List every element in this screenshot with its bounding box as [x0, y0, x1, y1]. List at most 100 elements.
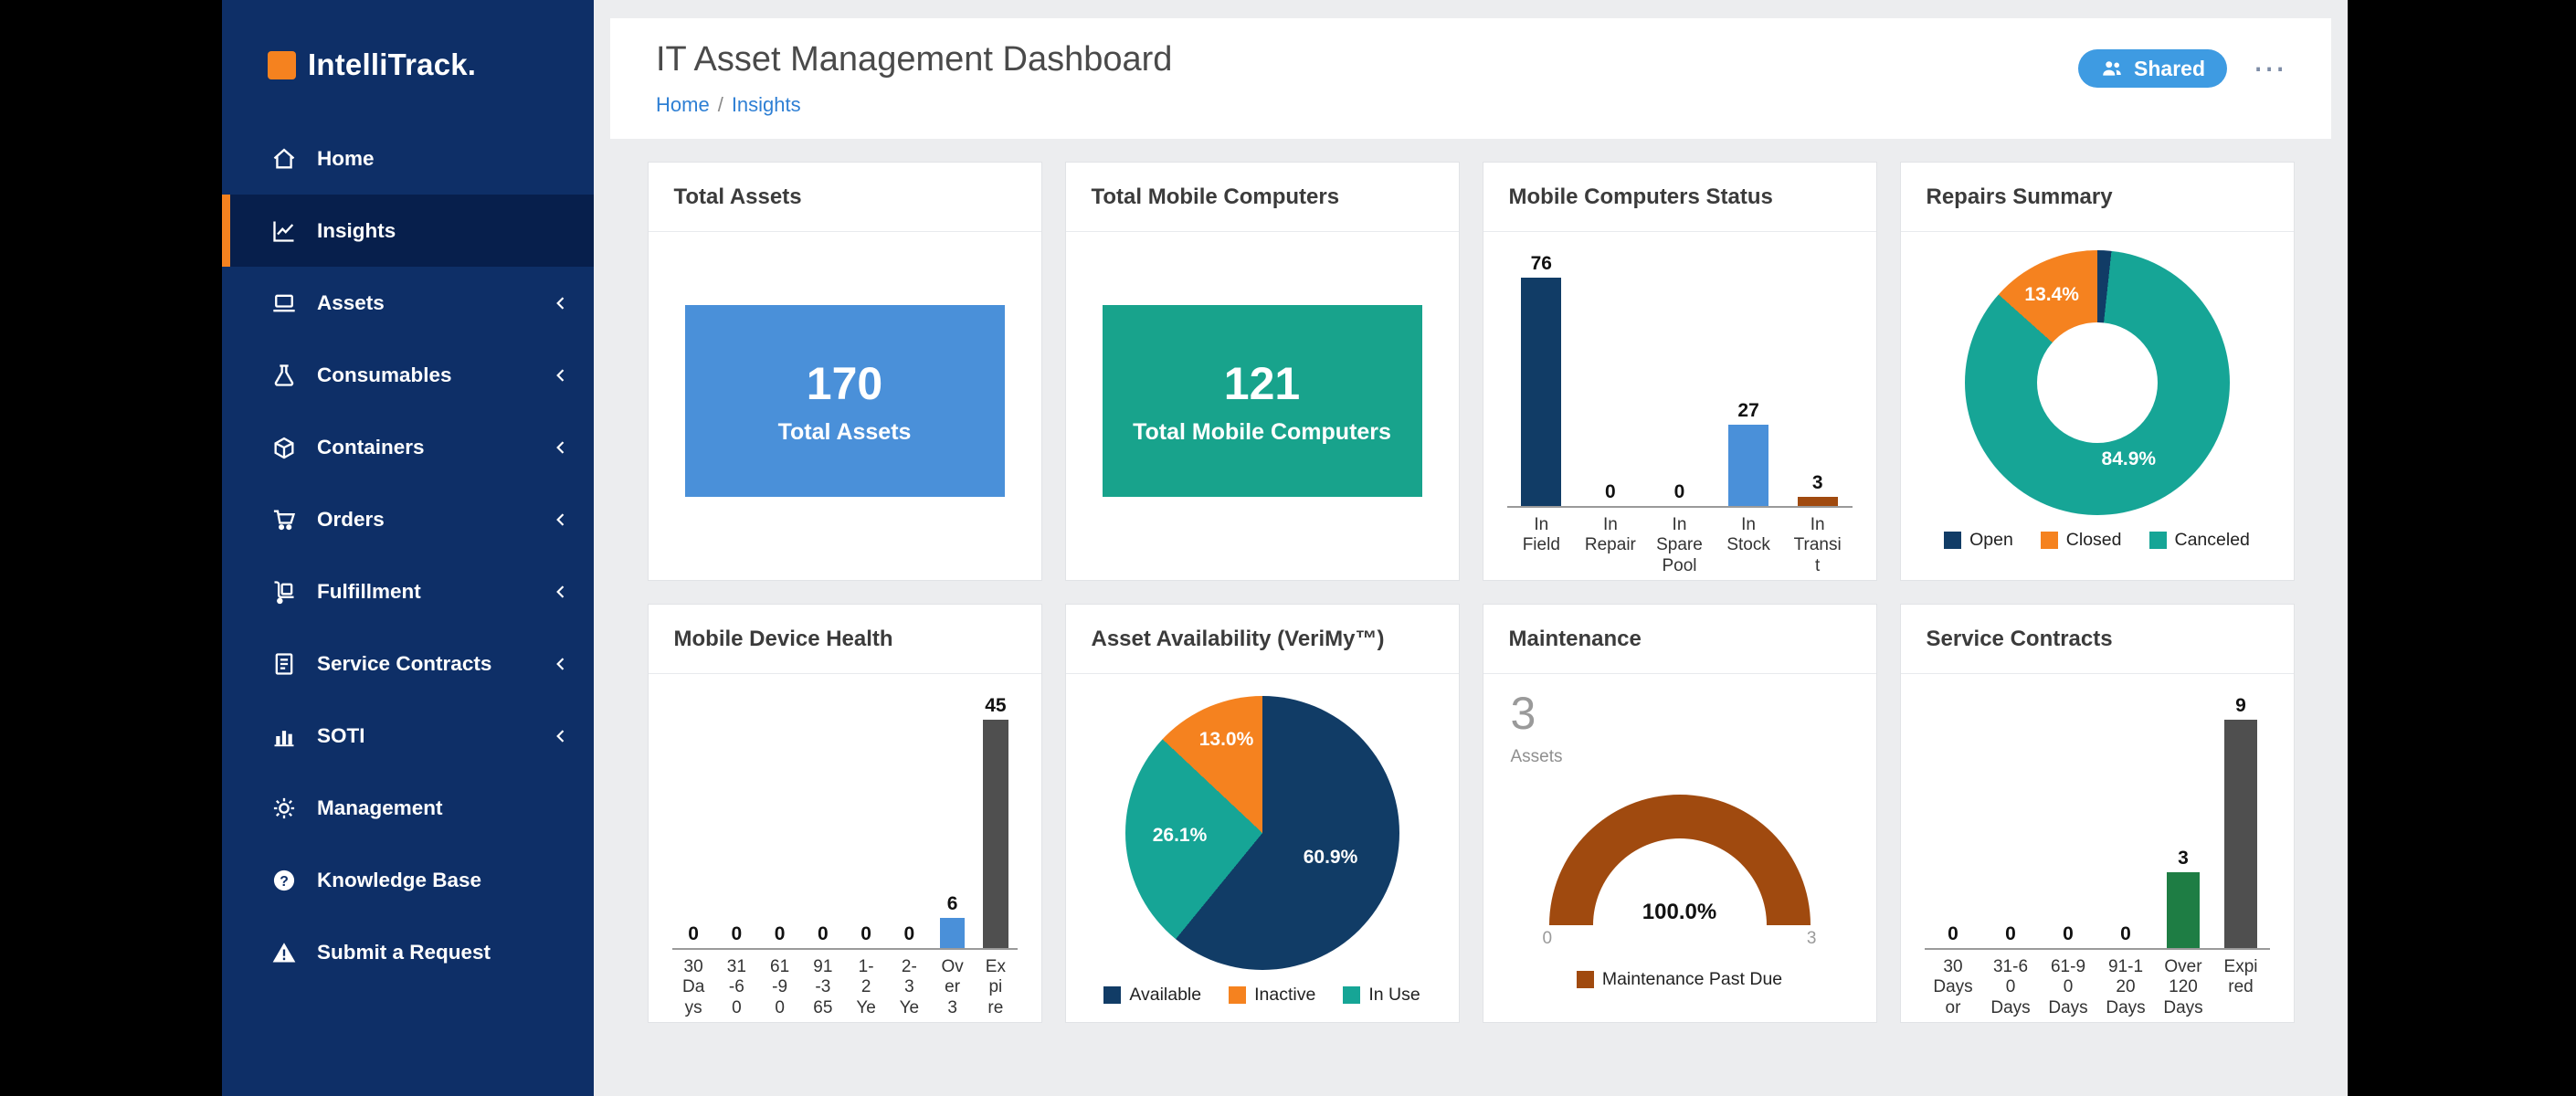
bar-value-label: 3 — [1812, 472, 1823, 494]
breadcrumb-insights-link[interactable]: Insights — [732, 93, 801, 116]
dashboard-grid: Total Assets 170 Total Assets Total Mobi… — [610, 139, 2331, 1023]
axis-label: Over 120 Days — [2155, 957, 2212, 1018]
stat-caption: Total Mobile Computers — [1133, 419, 1391, 446]
axis-label: Ov er 3 — [931, 957, 974, 1018]
chevron-left-icon — [552, 727, 570, 745]
sidebar-item-label: Knowledge Base — [317, 869, 481, 892]
warning-triangle-icon — [268, 938, 301, 967]
breadcrumb-separator: / — [718, 93, 723, 116]
bar-column[interactable]: 0 — [2040, 685, 2097, 948]
chevron-left-icon — [552, 655, 570, 673]
bar-column[interactable]: 0 — [2097, 685, 2155, 948]
sidebar-item-label: Home — [317, 147, 375, 171]
bar-categories: In FieldIn RepairIn Spare PoolIn StockIn… — [1507, 515, 1853, 576]
sidebar-item-label: Assets — [317, 291, 385, 315]
sidebar-item-knowledge-base[interactable]: ? Knowledge Base — [222, 844, 594, 916]
sidebar-item-assets[interactable]: Assets — [222, 267, 594, 339]
chevron-left-icon — [552, 583, 570, 601]
sidebar-item-home[interactable]: Home — [222, 122, 594, 195]
legend-item: Open — [1944, 530, 2013, 551]
slice-label-inactive: 13.0% — [1199, 729, 1254, 751]
more-options-button[interactable]: ⋯ — [2253, 49, 2286, 88]
bar-column[interactable]: 0 — [758, 685, 801, 948]
bar-column[interactable]: 0 — [1982, 685, 2040, 948]
slice-label-available: 60.9% — [1304, 847, 1358, 869]
bar-column[interactable]: 0 — [715, 685, 758, 948]
gauge-value: 100.0% — [1642, 900, 1716, 925]
bar-column[interactable]: 0 — [1576, 243, 1645, 506]
sidebar-item-label: Orders — [317, 508, 385, 532]
brand-mark-icon — [268, 51, 296, 79]
bar-column[interactable]: 0 — [801, 685, 844, 948]
card-total-assets: Total Assets 170 Total Assets — [648, 162, 1042, 581]
legend-item: Inactive — [1229, 985, 1315, 1006]
bar[interactable] — [2167, 872, 2201, 948]
axis-label: Ex pi re — [974, 957, 1017, 1018]
card-title: Total Mobile Computers — [1066, 163, 1459, 232]
card-asset-availability: Asset Availability (VeriMy™) 60.9% 26.1%… — [1065, 604, 1460, 1023]
insights-icon — [268, 216, 301, 246]
sidebar-item-consumables[interactable]: Consumables — [222, 339, 594, 411]
axis-label: In Repair — [1576, 515, 1645, 576]
bar[interactable] — [940, 918, 965, 948]
shared-button[interactable]: Shared — [2078, 49, 2227, 88]
bar-value-label: 0 — [2120, 923, 2131, 945]
maintenance-content: Maintenance 3 Assets 100.0% 0 3 Mainte — [1483, 605, 1876, 990]
sidebar: IntelliTrack. Home Insights Assets — [222, 0, 594, 1096]
sidebar-item-label: Containers — [317, 436, 425, 459]
bar-column[interactable]: 45 — [974, 685, 1017, 948]
bar[interactable] — [1728, 425, 1768, 506]
flask-icon — [268, 361, 301, 390]
bar-column[interactable]: 0 — [1645, 243, 1715, 506]
axis-label: 30 Days or — [1925, 957, 1982, 1018]
sidebar-item-service-contracts[interactable]: Service Contracts — [222, 627, 594, 700]
maintenance-gauge[interactable]: 100.0% — [1549, 795, 1811, 925]
svg-text:?: ? — [280, 873, 289, 889]
sidebar-item-orders[interactable]: Orders — [222, 483, 594, 555]
bar[interactable] — [1521, 278, 1561, 506]
legend-label: Canceled — [2175, 530, 2250, 551]
contract-icon — [268, 649, 301, 679]
sidebar-item-fulfillment[interactable]: Fulfillment — [222, 555, 594, 627]
bar-value-label: 0 — [2005, 923, 2016, 945]
bar-column[interactable]: 9 — [2212, 685, 2270, 948]
bar-column[interactable]: 6 — [931, 685, 974, 948]
axis-label: 91 -3 65 — [801, 957, 844, 1018]
sidebar-item-submit-request[interactable]: Submit a Request — [222, 916, 594, 988]
dolly-icon — [268, 577, 301, 606]
bar[interactable] — [2224, 720, 2258, 948]
users-icon — [2100, 57, 2124, 80]
bar[interactable] — [1798, 497, 1838, 506]
bar-value-label: 0 — [2063, 923, 2074, 945]
slice-label-in-use: 26.1% — [1153, 825, 1208, 847]
bar-column[interactable]: 76 — [1507, 243, 1577, 506]
axis-label: In Transi t — [1783, 515, 1853, 576]
bar-value-label: 27 — [1737, 400, 1758, 422]
sidebar-item-insights[interactable]: Insights — [222, 195, 594, 267]
bar-column[interactable]: 3 — [2155, 685, 2212, 948]
bar-column[interactable]: 3 — [1783, 243, 1853, 506]
bar-column[interactable]: 0 — [888, 685, 931, 948]
axis-label: 2- 3 Ye — [888, 957, 931, 1018]
card-title: Maintenance — [1483, 605, 1876, 674]
card-mobile-computers-status: Mobile Computers Status 7600273 In Field… — [1483, 162, 1877, 581]
legend-swatch — [1343, 986, 1360, 1004]
service-contracts-chart: 000039 30 Days or31-6 0 Days61-9 0 Days9… — [1901, 674, 2294, 1018]
sidebar-item-management[interactable]: Management — [222, 772, 594, 844]
bar-column[interactable]: 0 — [1925, 685, 1982, 948]
axis-label: 61 -9 0 — [758, 957, 801, 1018]
axis-label: Expi red — [2212, 957, 2270, 1018]
bar-column[interactable]: 0 — [672, 685, 715, 948]
bar-column[interactable]: 0 — [845, 685, 888, 948]
legend-item: Closed — [2041, 530, 2122, 551]
brand-logo[interactable]: IntelliTrack. — [222, 0, 594, 82]
card-service-contracts: Service Contracts 000039 30 Days or31-6 … — [1900, 604, 2295, 1023]
legend-swatch — [1577, 971, 1594, 988]
bar-value-label: 0 — [860, 923, 871, 945]
breadcrumb: Home / Insights — [656, 93, 1172, 117]
sidebar-item-soti[interactable]: SOTI — [222, 700, 594, 772]
bar[interactable] — [983, 720, 1008, 948]
breadcrumb-home-link[interactable]: Home — [656, 93, 710, 116]
bar-column[interactable]: 27 — [1714, 243, 1783, 506]
sidebar-item-containers[interactable]: Containers — [222, 411, 594, 483]
